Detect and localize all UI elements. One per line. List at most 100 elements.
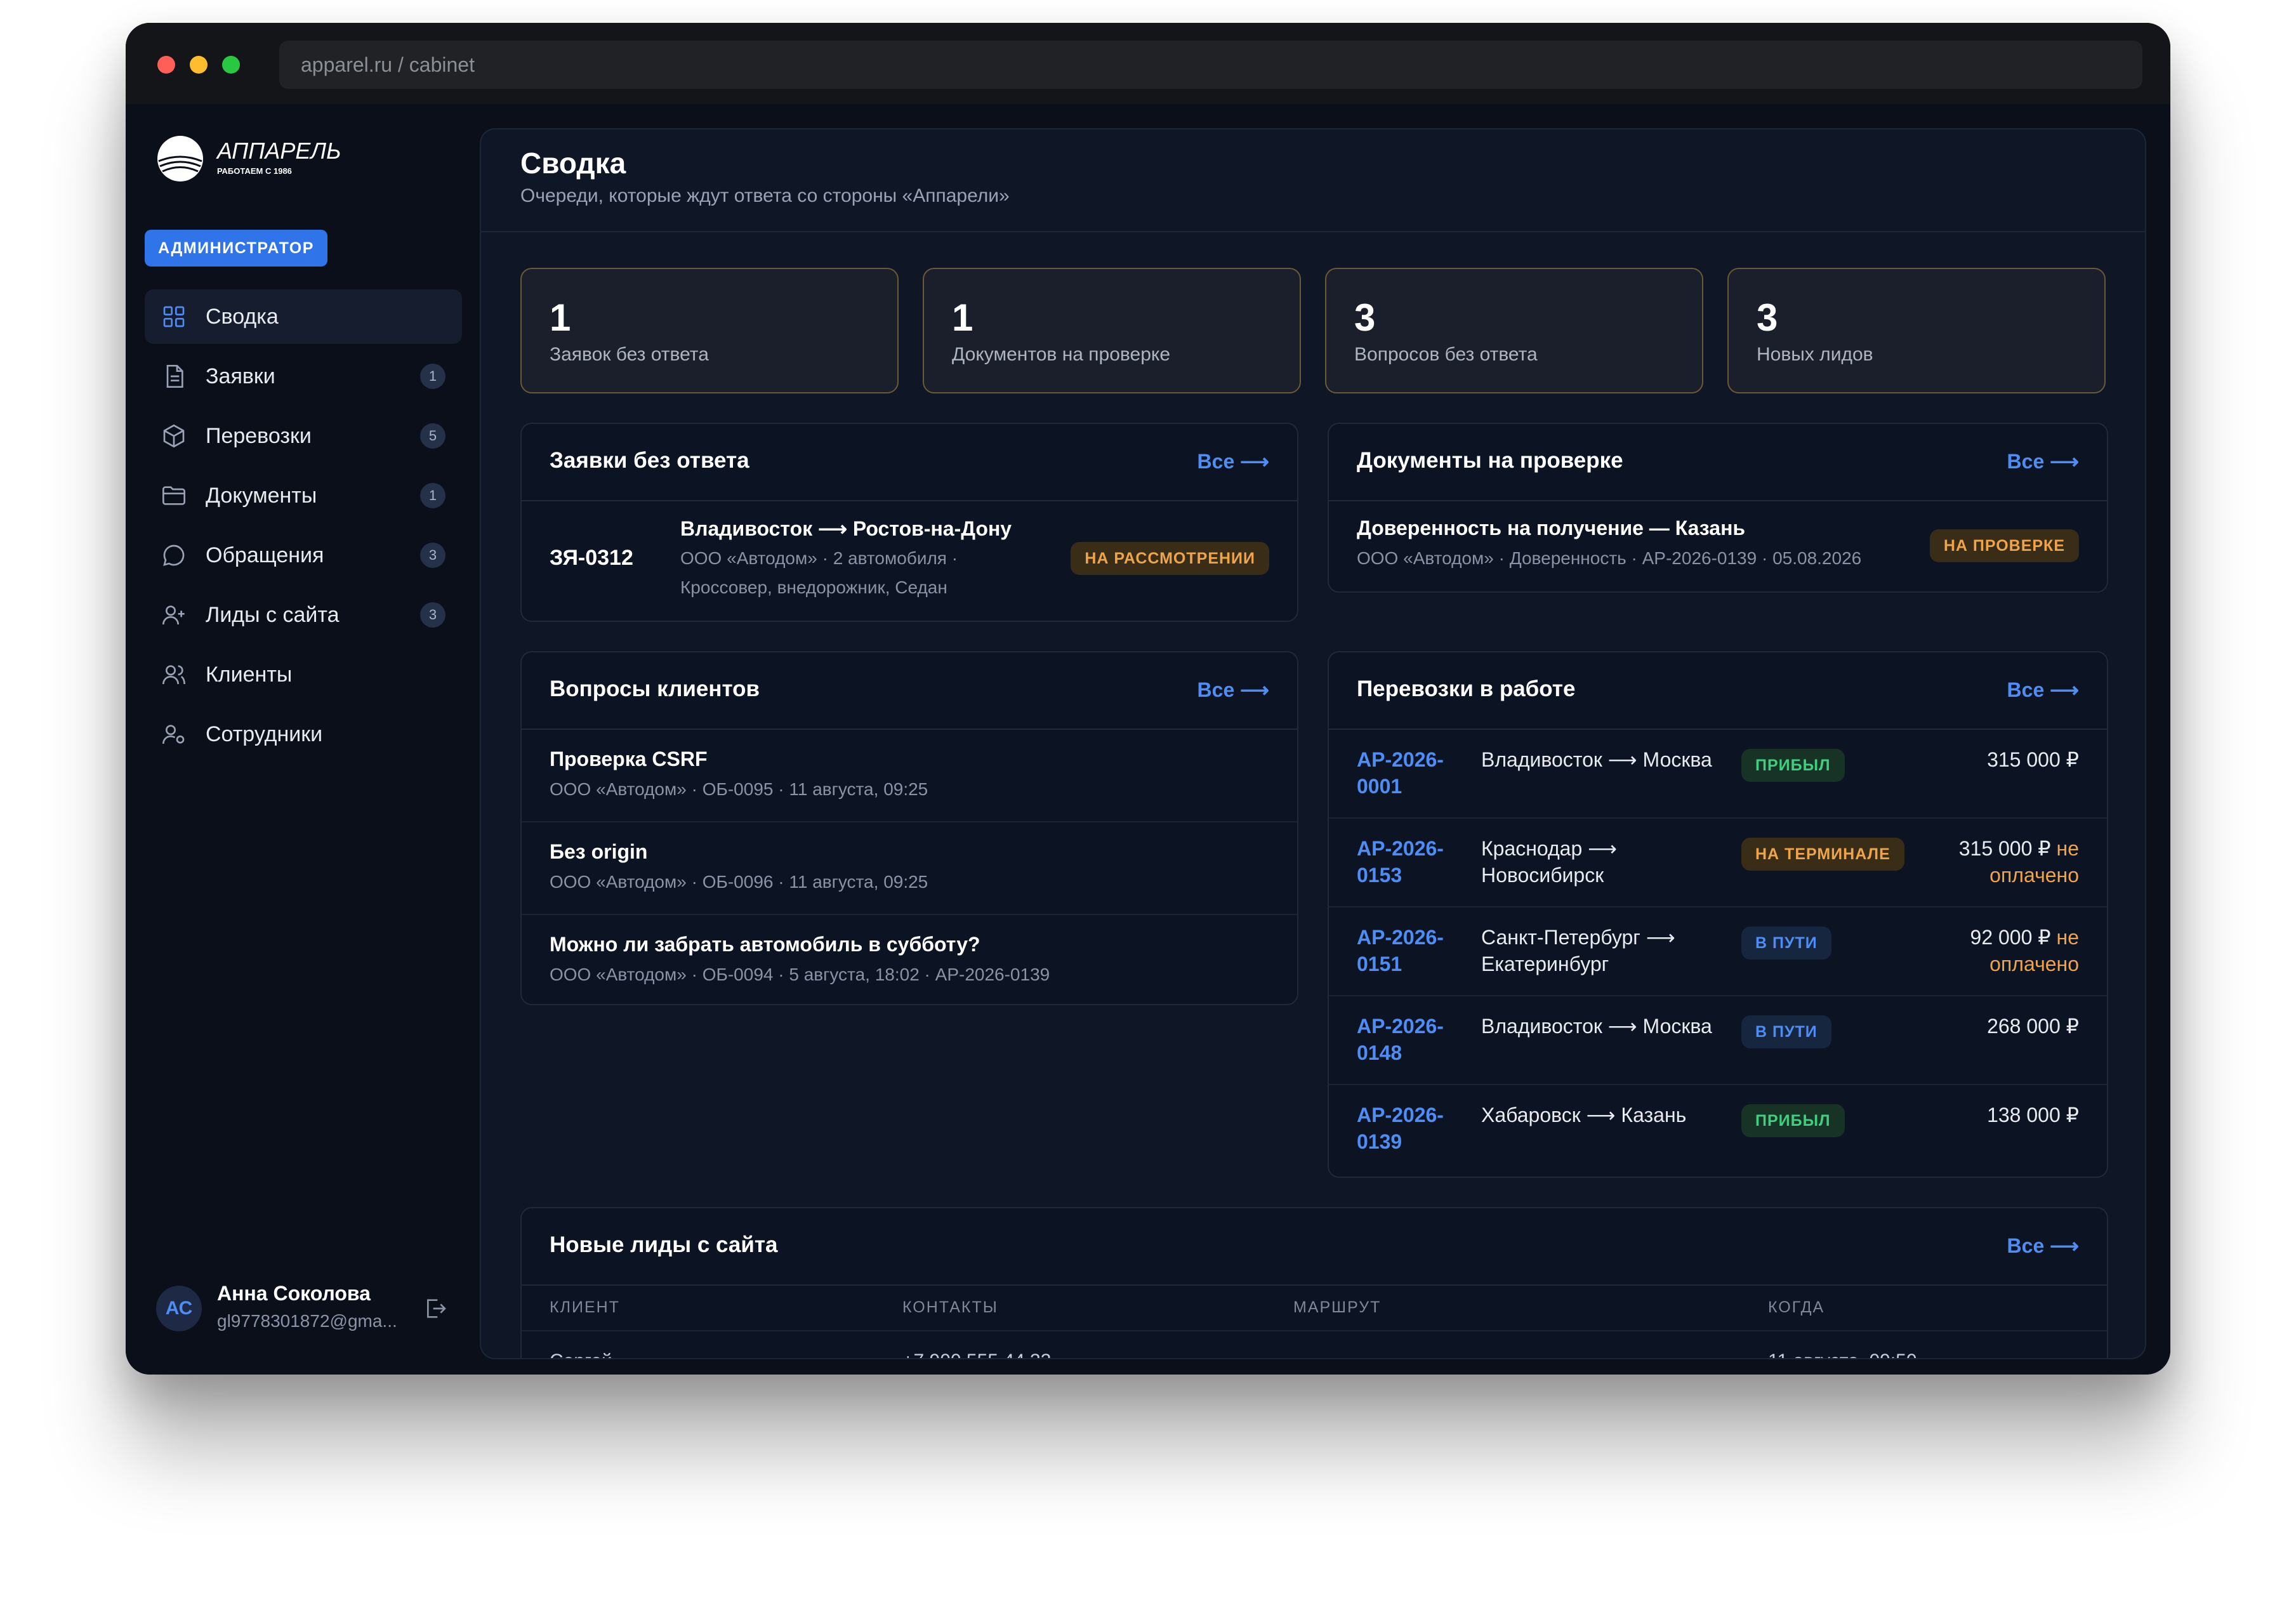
document-title: Доверенность на получение — Казань [1357, 517, 1746, 539]
request-meta-line2: Кроссовер, внедорожник, Седан [680, 577, 947, 597]
brand-tagline: РАБОТАЕМ С 1986 [217, 166, 292, 176]
sidebar-nav: Сводка Заявки 1 Перевозки 5 Документы 1 … [145, 289, 462, 767]
document-meta: ООО «Автодом» · Доверенность · АР-2026-0… [1357, 548, 1862, 568]
question-title: Проверка CSRF [550, 748, 708, 770]
sidebar-item-inquiries[interactable]: Обращения 3 [145, 528, 462, 583]
nav-count-badge: 5 [420, 423, 445, 449]
sidebar-item-label: Сводка [206, 304, 279, 329]
address-bar[interactable]: apparel.ru / cabinet [279, 41, 2142, 89]
stat-label: Документов на проверке [952, 344, 1171, 365]
shipment-id-link[interactable]: АР-2026- 0148 [1357, 1013, 1458, 1066]
nav-count-badge: 3 [420, 543, 445, 568]
question-meta: ООО «Автодом» · ОБ-0094 · 5 августа, 18:… [550, 965, 1050, 984]
sidebar-item-employees[interactable]: Сотрудники [145, 707, 462, 762]
view-all-documents-link[interactable]: Все ⟶ [2007, 449, 2079, 473]
stat-card-leads[interactable]: 3 Новых лидов [1727, 268, 2106, 393]
sidebar-item-label: Заявки [206, 364, 275, 388]
shipment-row[interactable]: АР-2026- 0001 Владивосток ⟶ Москва ПРИБЫЛ… [1329, 730, 2107, 819]
maximize-window-button[interactable] [222, 56, 240, 74]
users-icon [161, 662, 187, 687]
stat-label: Заявок без ответа [550, 344, 709, 365]
shipment-amount: 315 000 ₽ [1987, 748, 2079, 771]
document-icon [161, 364, 187, 389]
lead-contacts: +7 900 555 44 33 [902, 1350, 1051, 1358]
shipment-amount: 138 000 ₽ [1987, 1104, 2079, 1126]
status-badge: ПРИБЫЛ [1741, 1104, 1845, 1137]
card-header: Перевозки в работе Все ⟶ [1329, 652, 2107, 730]
request-row[interactable]: ЗЯ-0312 Владивосток ⟶ Ростов-на-Дону ООО… [522, 501, 1297, 621]
logout-icon [427, 1299, 446, 1318]
column-header-client: КЛИЕНТ [550, 1298, 620, 1316]
sidebar-item-documents[interactable]: Документы 1 [145, 468, 462, 523]
sidebar-item-label: Лиды с сайта [206, 602, 340, 627]
question-row[interactable]: Можно ли забрать автомобиль в субботу? О… [522, 915, 1297, 1004]
shipment-row[interactable]: АР-2026- 0153 Краснодар ⟶ Новосибирск НА Т… [1329, 819, 2107, 907]
shipment-id-link[interactable]: АР-2026- 0139 [1357, 1102, 1458, 1155]
stat-card-documents[interactable]: 1 Документов на проверке [923, 268, 1301, 393]
dashboard-grid-icon [161, 304, 187, 329]
questions-card: Вопросы клиентов Все ⟶ Проверка CSRF ООО… [520, 651, 1298, 1005]
package-icon [161, 423, 187, 449]
document-row[interactable]: Доверенность на получение — Казань ООО «… [1329, 501, 2107, 591]
sidebar-item-label: Документы [206, 483, 317, 508]
sidebar-item-summary[interactable]: Сводка [145, 289, 462, 344]
card-title: Перевозки в работе [1357, 676, 1576, 701]
sidebar-item-clients[interactable]: Клиенты [145, 647, 462, 702]
stat-card-questions[interactable]: 3 Вопросов без ответа [1325, 268, 1703, 393]
nav-count-badge: 1 [420, 364, 445, 389]
page-header: Сводка Очереди, которые ждут ответа со с… [481, 129, 2145, 232]
question-row[interactable]: Проверка CSRF ООО «Автодом» · ОБ-0095 · … [522, 730, 1297, 822]
role-badge: АДМИНИСТРАТОР [145, 230, 327, 267]
shipment-id-link[interactable]: АР-2026- 0151 [1357, 924, 1458, 977]
sidebar-item-label: Клиенты [206, 662, 293, 687]
view-all-leads-link[interactable]: Все ⟶ [2007, 1234, 2079, 1258]
current-user: АС Анна Соколова gl9778301872@gma... [156, 1276, 461, 1339]
minimize-window-button[interactable] [190, 56, 208, 74]
shipment-id-link[interactable]: АР-2026- 0001 [1357, 746, 1458, 800]
view-all-requests-link[interactable]: Все ⟶ [1197, 449, 1269, 473]
shipment-id-link[interactable]: АР-2026- 0153 [1357, 835, 1458, 888]
status-badge: НА ПРОВЕРКЕ [1929, 529, 2079, 562]
sidebar-item-label: Перевозки [206, 423, 312, 448]
card-header: Вопросы клиентов Все ⟶ [522, 652, 1297, 730]
shipment-row[interactable]: АР-2026- 0148 Владивосток ⟶ Москва В ПУТИ… [1329, 996, 2107, 1085]
stat-card-requests[interactable]: 1 Заявок без ответа [520, 268, 899, 393]
question-row[interactable]: Без origin ООО «Автодом» · ОБ-0096 · 11 … [522, 822, 1297, 915]
documents-card: Документы на проверке Все ⟶ Доверенность… [1328, 423, 2108, 593]
shipment-row[interactable]: АР-2026- 0151 Санкт-Петербург ⟶ Екатеринбу… [1329, 907, 2107, 996]
brand-emblem-icon: АППАРЕЛЬ РАБОТАЕМ С 1986 [157, 136, 341, 181]
shipment-route: Хабаровск ⟶ Казань [1481, 1104, 1687, 1126]
stat-label: Вопросов без ответа [1354, 344, 1538, 365]
status-badge: В ПУТИ [1741, 927, 1831, 960]
view-all-questions-link[interactable]: Все ⟶ [1197, 678, 1269, 702]
shipment-amount: 92 000 ₽ не оплачено [1970, 926, 2079, 975]
card-title: Документы на проверке [1357, 448, 1623, 473]
shipment-row[interactable]: АР-2026- 0139 Хабаровск ⟶ Казань ПРИБЫЛ 1… [1329, 1085, 2107, 1174]
table-row[interactable]: Сергей +7 900 555 44 33 11 августа, 09:5… [522, 1333, 2107, 1358]
logout-button[interactable] [423, 1296, 448, 1321]
brand-logo[interactable]: АППАРЕЛЬ РАБОТАЕМ С 1986 [157, 133, 373, 184]
sidebar: АППАРЕЛЬ РАБОТАЕМ С 1986 АДМИНИСТРАТОР С… [126, 104, 475, 1375]
sidebar-item-shipments[interactable]: Перевозки 5 [145, 409, 462, 463]
shipment-amount: 268 000 ₽ [1987, 1015, 2079, 1038]
shipment-route: Санкт-Петербург ⟶ Екатеринбург [1481, 926, 1675, 975]
view-all-shipments-link[interactable]: Все ⟶ [2007, 678, 2079, 702]
shipments-card: Перевозки в работе Все ⟶ АР-2026- 0001 Вл… [1328, 651, 2108, 1178]
requests-card: Заявки без ответа Все ⟶ ЗЯ-0312 Владивос… [520, 423, 1298, 622]
question-title: Без origin [550, 840, 648, 863]
user-email: gl9778301872@gma... [217, 1311, 397, 1331]
stat-value: 1 [952, 296, 973, 339]
close-window-button[interactable] [157, 56, 175, 74]
app-content: АППАРЕЛЬ РАБОТАЕМ С 1986 АДМИНИСТРАТОР С… [126, 104, 2170, 1375]
page-title: Сводка [520, 147, 626, 180]
title-bar: apparel.ru / cabinet [126, 23, 2170, 104]
sidebar-item-requests[interactable]: Заявки 1 [145, 349, 462, 404]
shipment-route: Владивосток ⟶ Москва [1481, 748, 1712, 771]
sidebar-item-leads[interactable]: Лиды с сайта 3 [145, 588, 462, 642]
user-plus-icon [161, 602, 187, 628]
avatar[interactable]: АС [156, 1286, 202, 1331]
status-badge: ПРИБЫЛ [1741, 749, 1845, 782]
column-header-when: КОГДА [1768, 1298, 1825, 1316]
nav-count-badge: 3 [420, 602, 445, 628]
page-subtitle: Очереди, которые ждут ответа со стороны … [520, 185, 1010, 206]
